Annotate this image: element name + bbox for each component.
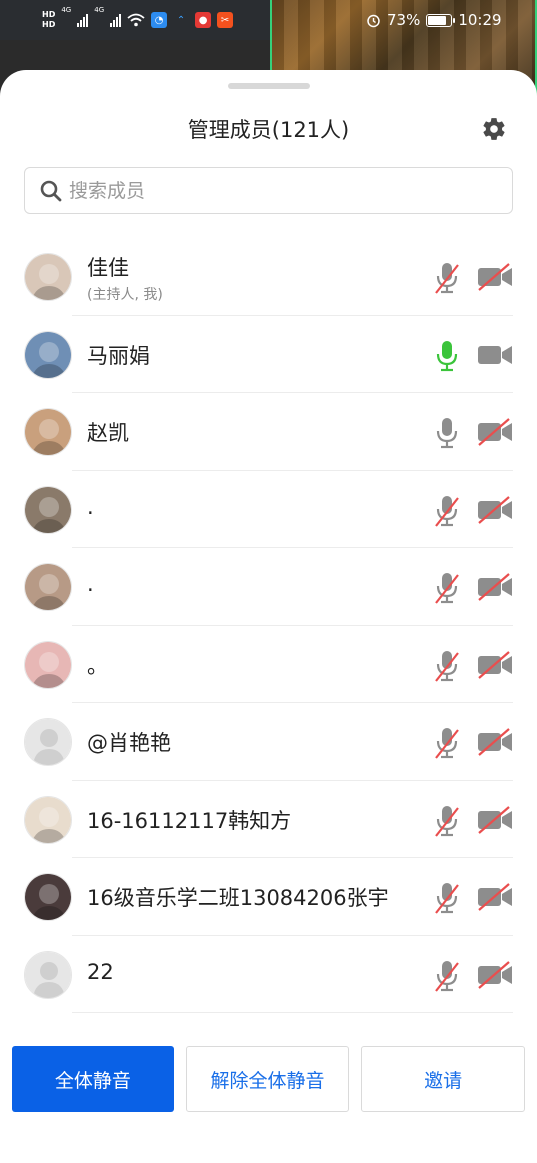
avatar [24,873,72,921]
member-row[interactable]: . [0,548,537,626]
search-box[interactable] [24,167,513,214]
member-name: . [87,494,94,519]
member-role: (主持人, 我) [87,287,163,303]
status-bar: HD HD 4G 4G ◔ ⌃ ● ✂ 73% 10:29 [0,0,537,100]
camera-off-icon[interactable] [477,805,514,835]
camera-off-icon[interactable] [477,417,514,447]
mic-muted-icon[interactable] [433,881,461,915]
alarm-icon [367,14,380,27]
camera-off-icon[interactable] [477,882,514,912]
status-icons-left: HD HD 4G 4G ◔ ⌃ ● ✂ [42,6,234,34]
member-row[interactable]: 22 [0,936,537,1013]
mic-icon[interactable] [433,339,461,373]
member-name: 佳佳 [87,256,129,280]
camera-off-icon[interactable] [477,495,514,525]
camera-icon[interactable] [477,340,514,370]
member-row[interactable]: @肖艳艳 [0,703,537,781]
member-name: 。 [87,653,108,678]
search-input[interactable] [69,179,489,202]
unmute-all-button[interactable]: 解除全体静音 [185,1046,350,1112]
signal-icon [110,13,122,27]
search-icon [40,180,62,201]
member-row[interactable]: 16-16112117韩知方 [0,781,537,858]
member-name: . [87,572,94,596]
mic-muted-icon[interactable] [433,494,461,528]
invite-button[interactable]: 邀请 [361,1046,526,1112]
mic-muted-icon[interactable] [433,726,461,760]
app-notification-icon: ✂ [217,12,234,28]
mic-muted-icon[interactable] [433,804,461,838]
avatar [24,253,72,301]
avatar [24,330,72,379]
avatar [24,485,72,534]
camera-off-icon[interactable] [477,262,514,292]
app-notification-icon: ◔ [151,12,168,28]
member-name: 马丽娟 [87,343,150,368]
manage-members-sheet: 管理成员(121人) 佳佳 (主持人, 我) 马丽娟赵凯.. 。 @肖艳艳 16-1611… [0,70,537,1163]
avatar [24,563,72,611]
member-name: 16-16112117韩知方 [87,808,292,833]
network-type-label-1: 4G [61,6,72,14]
member-row[interactable]: 16级音乐学二班13084206张宇 [0,858,537,936]
mic-icon[interactable] [433,416,461,450]
mic-muted-icon[interactable] [433,571,461,605]
mic-notification-icon: ● [195,12,212,28]
drag-handle[interactable] [228,83,310,89]
sheet-title: 管理成员(121人) [187,118,350,142]
member-list: 佳佳 (主持人, 我) 马丽娟赵凯.. 。 @肖艳艳 16-16112117韩知方 16级音… [0,238,537,1013]
divider [72,1012,513,1013]
mic-muted-icon[interactable] [433,261,461,295]
signal-icon [77,13,89,27]
action-bar: 全体静音 解除全体静音 邀请 [12,1046,526,1112]
avatar [24,795,72,844]
member-name: 16级音乐学二班13084206张宇 [87,886,389,910]
network-type-label-2: 4G [94,6,105,14]
hd-indicator: HD HD [42,10,56,29]
mic-muted-icon[interactable] [433,959,461,993]
member-row[interactable]: . [0,471,537,548]
member-row[interactable]: 马丽娟 [0,316,537,393]
member-row[interactable]: 佳佳 (主持人, 我) [0,238,537,316]
clock: 10:29 [458,11,502,29]
avatar [24,950,72,999]
avatar [24,640,72,689]
member-name: 22 [87,959,114,984]
mic-muted-icon[interactable] [433,649,461,683]
wifi-icon [127,13,145,27]
camera-off-icon[interactable] [477,572,514,602]
member-name: 赵凯 [87,421,129,445]
mute-all-button[interactable]: 全体静音 [12,1046,174,1112]
camera-off-icon[interactable] [477,727,514,757]
camera-off-icon[interactable] [477,650,514,680]
avatar [24,718,72,766]
avatar [24,408,72,456]
gear-icon[interactable] [481,116,507,142]
battery-percent: 73% [387,11,421,29]
member-row[interactable]: 。 [0,626,537,703]
battery-icon [426,13,456,27]
camera-off-icon[interactable] [477,960,514,990]
member-name: @肖艳艳 [87,731,171,755]
app-notification-icon: ⌃ [176,14,186,26]
member-row[interactable]: 赵凯 [0,393,537,471]
status-icons-right: 73% 10:29 [366,10,502,30]
